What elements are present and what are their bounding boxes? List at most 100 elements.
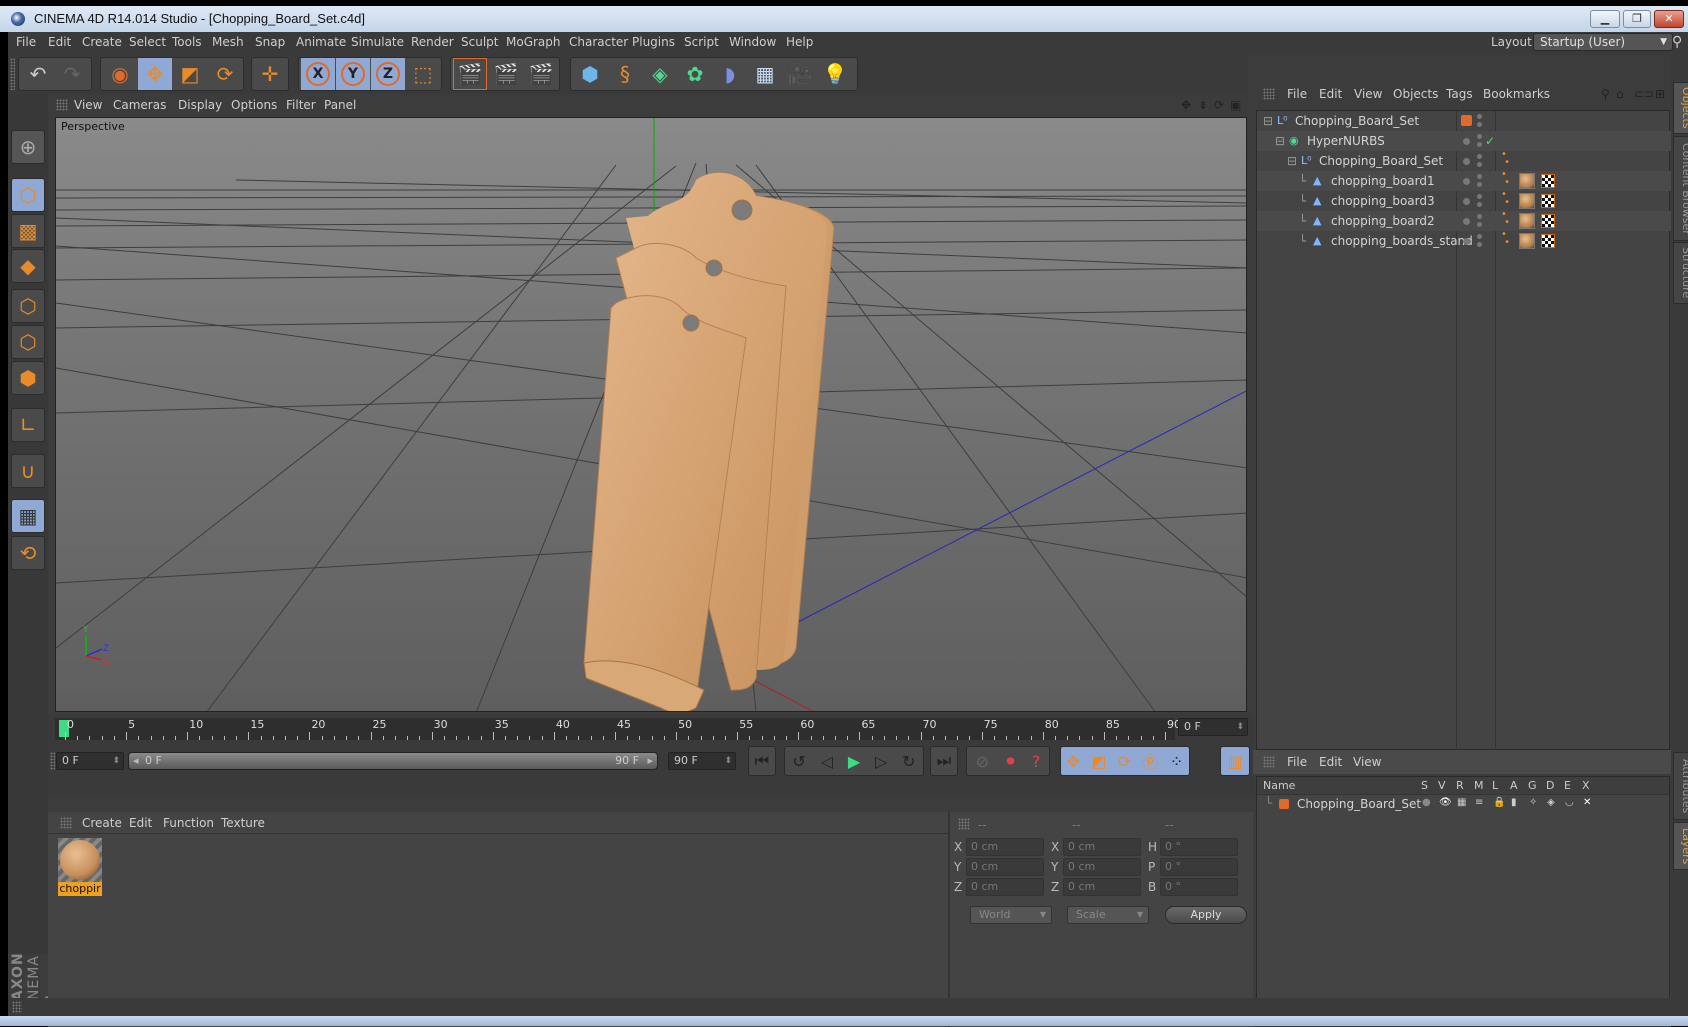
layer-column-a[interactable]: A (1510, 779, 1518, 792)
redo-icon[interactable]: ↷ (55, 58, 89, 90)
panel-grip[interactable] (60, 817, 72, 829)
workplane-mode-icon[interactable]: ◆ (11, 249, 45, 283)
layer-column-s[interactable]: S (1421, 779, 1428, 792)
rotate-icon[interactable]: ⟳ (208, 58, 242, 90)
material-tag-icon[interactable] (1519, 233, 1535, 249)
objects-menu-edit[interactable]: Edit (1319, 87, 1342, 101)
end-frame-field[interactable]: 90 F ⬍ (668, 752, 736, 770)
render-visibility-dot[interactable] (1477, 242, 1482, 247)
menu-help[interactable]: Help (786, 35, 813, 49)
objects-menu-file[interactable]: File (1287, 87, 1307, 101)
go-to-start-button[interactable]: ⏮ (748, 746, 776, 776)
object-name[interactable]: chopping_board3 (1331, 194, 1435, 208)
z-axis-icon[interactable]: Z (371, 58, 405, 90)
key-pla-icon[interactable]: ⁘ (1170, 752, 1183, 771)
rotation-b-field[interactable]: 0 ° (1160, 878, 1238, 896)
panel-grip[interactable] (1263, 756, 1275, 768)
floor-icon[interactable]: ▦ (748, 58, 782, 90)
snap-magnet-icon[interactable]: ∪ (11, 454, 45, 488)
timeline-window-button[interactable]: ▥ (1220, 746, 1250, 776)
material-tag-icon[interactable] (1519, 213, 1535, 229)
visible-icon[interactable]: 👁 (1439, 797, 1452, 808)
pan-icon[interactable]: ✥ (1181, 98, 1191, 112)
manager-icon[interactable]: ≡ (1475, 797, 1483, 808)
solo-icon[interactable]: ● (1422, 797, 1431, 808)
position-x-field[interactable]: 0 cm (966, 838, 1044, 856)
key-position-icon[interactable]: ✥ (1067, 752, 1080, 771)
object-name[interactable]: chopping_board1 (1331, 174, 1435, 188)
go-to-end-button[interactable]: ⏭ (930, 746, 958, 776)
enabled-check-icon[interactable]: ✓ (1485, 134, 1495, 148)
uvw-tag-icon[interactable] (1541, 214, 1555, 228)
home-icon[interactable]: ⌂ (1616, 87, 1624, 101)
y-axis-icon[interactable]: Y (336, 58, 370, 90)
undo-icon[interactable]: ↶ (21, 58, 55, 90)
perspective-viewport[interactable]: Y Z X Perspective (55, 117, 1247, 712)
layer-menu-file[interactable]: File (1287, 755, 1307, 769)
layer-menu-edit[interactable]: Edit (1319, 755, 1342, 769)
size-z-field[interactable]: 0 cm (1063, 878, 1141, 896)
menu-edit[interactable]: Edit (48, 35, 71, 49)
render-visibility-dot[interactable] (1477, 202, 1482, 207)
menu-mesh[interactable]: Mesh (212, 35, 244, 49)
editor-visibility-dot[interactable] (1477, 154, 1482, 159)
menu-select[interactable]: Select (129, 35, 166, 49)
key-parameter-icon[interactable]: Ⓟ (1143, 749, 1159, 773)
phong-tag-icon[interactable]: • • (1501, 210, 1510, 228)
key-scale-icon[interactable]: ◩ (1091, 752, 1106, 771)
collapse-icon[interactable]: ⊟ (1275, 134, 1285, 148)
material-tag-icon[interactable] (1519, 173, 1535, 189)
search-icon[interactable]: ⚲ (1601, 87, 1610, 101)
viewport-menu-filter[interactable]: Filter (286, 98, 316, 112)
panel-grip[interactable] (56, 99, 68, 111)
menu-window[interactable]: Window (729, 35, 776, 49)
minimize-button[interactable]: ▁ (1590, 10, 1620, 28)
menu-render[interactable]: Render (411, 35, 454, 49)
phong-tag-icon[interactable]: • • (1501, 190, 1510, 208)
menu-sculpt[interactable]: Sculpt (461, 35, 498, 49)
menu-plugins[interactable]: Plugins (632, 35, 675, 49)
objects-menu-view[interactable]: View (1354, 87, 1382, 101)
material-swatch[interactable]: choppir (58, 838, 102, 896)
object-name[interactable]: chopping_boards_stand (1331, 234, 1473, 248)
layer-column-e[interactable]: E (1564, 779, 1571, 792)
deformers-icon[interactable]: ◈ (1547, 797, 1555, 808)
range-left-handle-icon[interactable]: ◂ (133, 754, 139, 767)
motion-record-icon[interactable]: ⊘ (976, 752, 989, 771)
scale-icon[interactable]: ◩ (173, 58, 207, 90)
material-menu-create[interactable]: Create (82, 816, 122, 830)
workplane-view-icon[interactable]: ⊕ (11, 130, 45, 164)
light-icon[interactable]: 💡 (818, 58, 852, 90)
editor-visibility-dot[interactable] (1477, 114, 1482, 119)
search-icon[interactable]: ⚲ (1672, 34, 1682, 50)
panel-grip[interactable] (1263, 88, 1275, 100)
animation-icon[interactable]: ▮ (1511, 797, 1517, 808)
collapse-icon[interactable]: ⊟ (1263, 114, 1273, 128)
timeline-grip[interactable] (50, 752, 55, 770)
toolbar-grip[interactable] (10, 58, 15, 90)
play-icon[interactable]: ▶ (848, 752, 860, 771)
start-frame-field[interactable]: 0 F ⬍ (56, 752, 124, 770)
status-grip[interactable] (12, 1001, 22, 1013)
menu-create[interactable]: Create (82, 35, 122, 49)
deformer-bend-icon[interactable]: ◗ (713, 58, 747, 90)
texture-mode-icon[interactable]: ▩ (11, 214, 45, 248)
live-selection-icon[interactable]: ◉ (103, 58, 137, 90)
restore-button[interactable]: ❐ (1623, 10, 1651, 28)
object-row[interactable]: └ ▲ chopping_board3 • • (1257, 190, 1671, 211)
layer-dot[interactable] (1463, 178, 1470, 185)
editor-visibility-dot[interactable] (1477, 234, 1482, 239)
menu-mograph[interactable]: MoGraph (506, 35, 561, 49)
menu-file[interactable]: File (16, 35, 36, 49)
material-tag-icon[interactable] (1519, 193, 1535, 209)
object-name[interactable]: HyperNURBS (1307, 134, 1385, 148)
viewport-menu-view[interactable]: View (74, 98, 102, 112)
layer-column-g[interactable]: G (1528, 779, 1537, 792)
tab-objects[interactable]: Objects (1673, 82, 1688, 134)
object-row[interactable]: └ ▲ chopping_board2 • • (1257, 210, 1671, 231)
object-row[interactable]: └ ▲ chopping_board1 • • (1257, 170, 1671, 191)
new-view-icon[interactable]: ⊞ (1655, 87, 1665, 101)
tab-structure[interactable]: Structure (1673, 242, 1688, 304)
render-view-icon[interactable]: 🎬 (453, 58, 487, 90)
layout-select[interactable]: Startup (User) ▼ (1533, 33, 1673, 51)
